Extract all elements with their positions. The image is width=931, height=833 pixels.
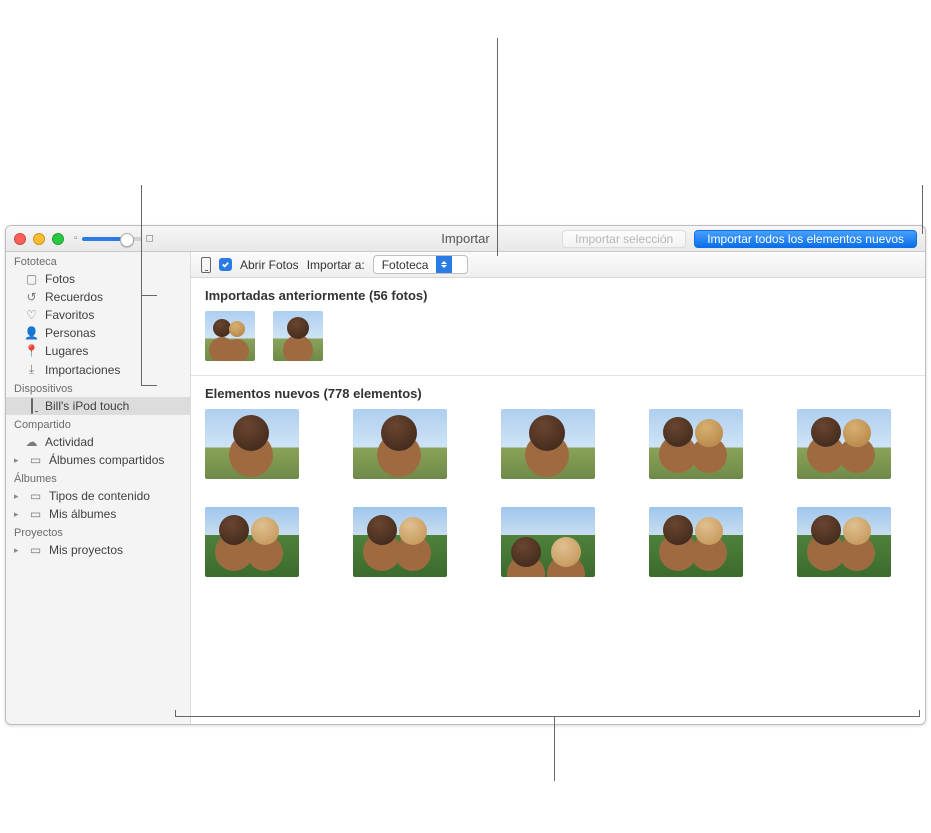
photo-scroll-area[interactable]: Importadas anteriormente (56 fotos) Elem…: [191, 278, 925, 724]
sidebar-item-label: Actividad: [45, 435, 94, 449]
pin-icon: 📍: [24, 344, 39, 358]
sidebar-item-label: Mis álbumes: [49, 507, 116, 521]
app-window: ▫ ◻ Importar Importar selección Importar…: [5, 225, 926, 725]
callout-bracket: [175, 716, 920, 717]
callout-line-import-all: [922, 185, 923, 234]
zoom-window-button[interactable]: [52, 233, 64, 245]
select-arrows-icon: [436, 256, 452, 273]
callout-bracket-end: [175, 710, 176, 717]
zoom-in-icon: ◻: [146, 233, 154, 244]
sidebar-item-label: Importaciones: [45, 363, 120, 377]
import-selection-button[interactable]: Importar selección: [562, 230, 686, 248]
callout-line-new-items: [554, 716, 555, 781]
photo-thumbnail[interactable]: [797, 409, 891, 479]
import-to-label: Importar a:: [307, 258, 365, 272]
album-icon: ▭: [28, 507, 43, 521]
photo-thumbnail[interactable]: [649, 507, 743, 577]
open-photos-checkbox[interactable]: [219, 258, 232, 271]
new-items-grid: [191, 409, 925, 577]
sidebar-item-label: Tipos de contenido: [49, 489, 150, 503]
photo-thumbnail[interactable]: [353, 507, 447, 577]
sidebar-item-personas[interactable]: 👤 Personas: [6, 324, 190, 342]
sidebar-header-proyectos: Proyectos: [6, 523, 190, 541]
clock-icon: ↺: [24, 290, 39, 304]
album-icon: ▭: [28, 543, 43, 557]
photo-thumbnail[interactable]: [205, 409, 299, 479]
window-controls: [14, 233, 64, 245]
minimize-window-button[interactable]: [33, 233, 45, 245]
previously-imported-grid: [191, 311, 925, 361]
chevron-right-icon: ▸: [14, 545, 22, 556]
sidebar-item-label: Recuerdos: [45, 290, 103, 304]
callout-tick: [141, 385, 157, 386]
sidebar-item-importaciones[interactable]: ⤓ Importaciones: [6, 360, 190, 379]
import-to-select[interactable]: Fototeca: [373, 255, 468, 274]
photo-icon: ▢: [24, 272, 39, 286]
photo-thumbnail[interactable]: [205, 311, 255, 361]
device-icon: [201, 257, 211, 273]
import-all-new-button[interactable]: Importar todos los elementos nuevos: [694, 230, 917, 248]
callout-tick: [141, 295, 157, 296]
sidebar-item-label: Lugares: [45, 344, 88, 358]
photo-thumbnail[interactable]: [797, 507, 891, 577]
photo-thumbnail[interactable]: [273, 311, 323, 361]
new-items-title: Elementos nuevos (778 elementos): [191, 376, 925, 409]
sidebar-item-device[interactable]: Bill's iPod touch: [6, 397, 190, 415]
sidebar-item-albumes-compartidos[interactable]: ▸ ▭ Álbumes compartidos: [6, 451, 190, 469]
photo-thumbnail[interactable]: [501, 409, 595, 479]
sidebar-item-tipos-contenido[interactable]: ▸ ▭ Tipos de contenido: [6, 487, 190, 505]
sidebar-item-label: Personas: [45, 326, 96, 340]
main-content: Abrir Fotos Importar a: Fototeca Importa…: [191, 252, 925, 724]
chevron-right-icon: ▸: [14, 509, 22, 520]
callout-line-previously-imported: [141, 185, 142, 385]
titlebar: ▫ ◻ Importar Importar selección Importar…: [6, 226, 925, 252]
callout-line-import-to: [497, 38, 498, 256]
sidebar-item-mis-proyectos[interactable]: ▸ ▭ Mis proyectos: [6, 541, 190, 559]
sidebar-item-label: Mis proyectos: [49, 543, 123, 557]
photo-thumbnail[interactable]: [501, 507, 595, 577]
album-icon: ▭: [28, 489, 43, 503]
chevron-right-icon: ▸: [14, 491, 22, 502]
download-icon: ⤓: [24, 362, 39, 377]
sidebar-item-label: Favoritos: [45, 308, 94, 322]
sidebar-item-recuerdos[interactable]: ↺ Recuerdos: [6, 288, 190, 306]
sidebar: Fototeca ▢ Fotos ↺ Recuerdos ♡ Favoritos 👤 P…: [6, 252, 191, 724]
open-photos-label: Abrir Fotos: [240, 258, 299, 272]
heart-icon: ♡: [24, 308, 39, 322]
thumbnail-size-slider[interactable]: [82, 237, 142, 241]
chevron-right-icon: ▸: [14, 455, 22, 466]
sidebar-header-dispositivos: Dispositivos: [6, 379, 190, 397]
sidebar-item-favoritos[interactable]: ♡ Favoritos: [6, 306, 190, 324]
cloud-icon: ☁: [24, 435, 39, 449]
sidebar-item-label: Fotos: [45, 272, 75, 286]
sidebar-item-mis-albumes[interactable]: ▸ ▭ Mis álbumes: [6, 505, 190, 523]
photo-thumbnail[interactable]: [205, 507, 299, 577]
sidebar-item-label: Bill's iPod touch: [45, 399, 129, 413]
device-icon: [24, 399, 39, 413]
sidebar-header-albumes: Álbumes: [6, 469, 190, 487]
close-window-button[interactable]: [14, 233, 26, 245]
sidebar-item-actividad[interactable]: ☁ Actividad: [6, 433, 190, 451]
zoom-out-icon: ▫: [74, 233, 78, 244]
sidebar-item-label: Álbumes compartidos: [49, 453, 164, 467]
import-bar: Abrir Fotos Importar a: Fototeca: [191, 252, 925, 278]
sidebar-item-lugares[interactable]: 📍 Lugares: [6, 342, 190, 360]
sidebar-header-compartido: Compartido: [6, 415, 190, 433]
photo-thumbnail[interactable]: [353, 409, 447, 479]
sidebar-item-fotos[interactable]: ▢ Fotos: [6, 270, 190, 288]
previously-imported-title: Importadas anteriormente (56 fotos): [191, 278, 925, 311]
album-icon: ▭: [28, 453, 43, 467]
photo-thumbnail[interactable]: [649, 409, 743, 479]
import-to-value: Fototeca: [374, 258, 437, 272]
person-icon: 👤: [24, 326, 39, 340]
callout-bracket-end: [919, 710, 920, 717]
sidebar-header-fototeca: Fototeca: [6, 252, 190, 270]
